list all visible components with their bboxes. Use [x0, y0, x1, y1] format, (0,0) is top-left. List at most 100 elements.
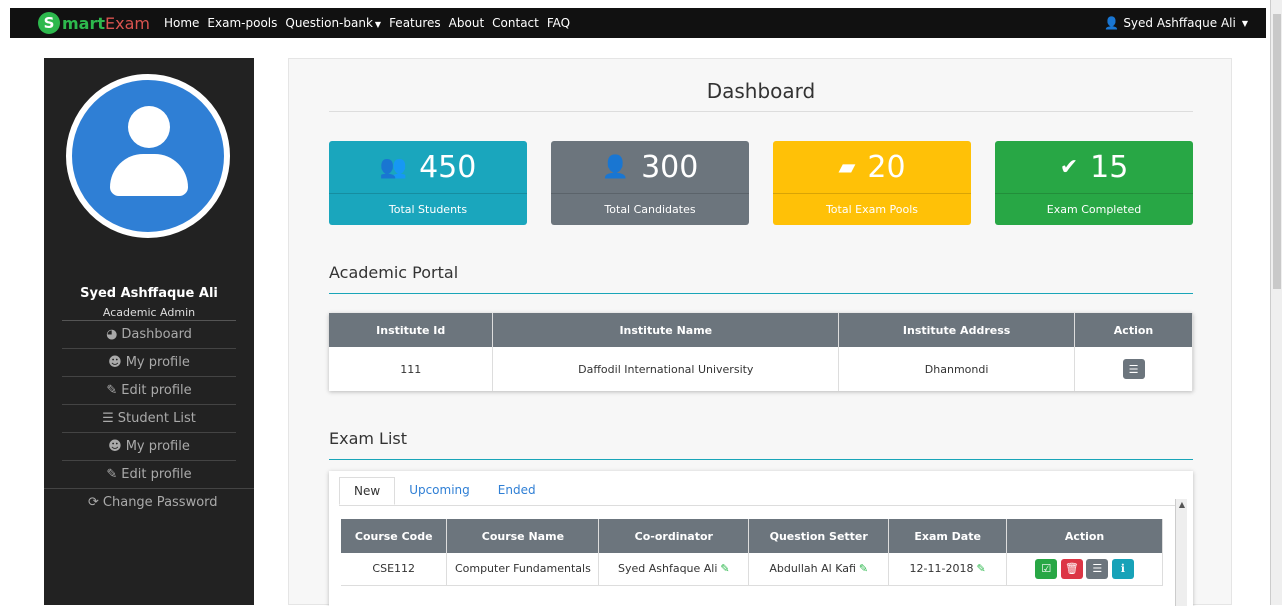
sidebar-item-change-password[interactable]: ⟳ Change Password	[44, 488, 254, 516]
nav-exam-pools[interactable]: Exam-pools	[207, 16, 277, 30]
exam-table: Course Code Course Name Co-ordinator Que…	[341, 519, 1163, 586]
stat-card-exam-completed: ✔ 15 Exam Completed	[995, 141, 1193, 225]
chevron-down-icon: ▼	[1241, 18, 1248, 28]
exam-list-heading: Exam List	[329, 429, 408, 448]
stat-card-students: 👥 450 Total Students	[329, 141, 527, 225]
tab-ended[interactable]: Ended	[484, 477, 550, 505]
edit-icon[interactable]: ✎	[976, 562, 985, 575]
academic-portal-divider	[329, 293, 1193, 294]
exam-date: 12-11-2018	[909, 562, 974, 576]
tab-divider	[339, 505, 1181, 506]
column-header: Co-ordinator	[598, 519, 750, 553]
sidebar-menu: ◕ Dashboard ☻ My profile ✎ Edit profile …	[44, 320, 254, 516]
column-header: Institute Address	[838, 313, 1076, 347]
sidebar-item-dashboard[interactable]: ◕ Dashboard	[62, 320, 236, 348]
stat-value-row: ✔ 15	[995, 141, 1193, 193]
coordinator-cell: Syed Ashfaque Ali ✎	[598, 553, 750, 586]
table-header-row: Course Code Course Name Co-ordinator Que…	[341, 519, 1163, 553]
window-scrollbar[interactable]	[1270, 0, 1282, 605]
approve-button[interactable]: ☑	[1035, 558, 1058, 579]
nav-contact[interactable]: Contact	[492, 16, 539, 30]
column-header: Action	[1006, 519, 1163, 553]
sidebar-item-label: My profile	[125, 355, 190, 370]
edit-icon[interactable]: ✎	[720, 562, 729, 575]
edit-icon: ✎	[106, 467, 118, 482]
stat-value: 15	[1090, 149, 1129, 185]
sidebar-item-edit-profile-2[interactable]: ✎ Edit profile	[62, 460, 236, 488]
check-icon: ☑	[1041, 562, 1052, 576]
setter-name: Abdullah Al Kafi	[769, 562, 856, 576]
stat-label: Total Candidates	[551, 193, 749, 225]
stat-value: 450	[419, 149, 477, 185]
column-header: Course Name	[446, 519, 600, 553]
sidebar-item-label: Edit profile	[121, 383, 192, 398]
sidebar: Syed Ashffaque Ali Academic Admin ◕ Dash…	[44, 58, 254, 605]
action-cell: ☑ 🗑 ☰ ℹ	[1006, 553, 1163, 586]
setter-cell: Abdullah Al Kafi ✎	[748, 553, 890, 586]
nav-home[interactable]: Home	[164, 16, 199, 30]
nav-faq[interactable]: FAQ	[547, 16, 570, 30]
stat-value: 20	[867, 149, 906, 185]
info-icon: ℹ	[1120, 562, 1125, 576]
exam-list-divider	[329, 459, 1193, 460]
avatar	[66, 74, 230, 238]
trash-icon: 🗑	[1064, 562, 1079, 576]
refresh-icon: ⟳	[88, 495, 99, 510]
exam-date-cell: 12-11-2018 ✎	[888, 553, 1008, 586]
course-code-cell: CSE112	[341, 553, 448, 586]
stat-card-candidates: 👤 300 Total Candidates	[551, 141, 749, 225]
sidebar-item-label: Student List	[117, 411, 196, 426]
sidebar-item-label: Dashboard	[121, 327, 192, 342]
navbar-container: S mart Exam Home Exam-pools Question-ban…	[10, 8, 1266, 38]
page-title: Dashboard	[706, 79, 816, 103]
exam-tabs: New Upcoming Ended	[339, 477, 550, 505]
sidebar-item-edit-profile[interactable]: ✎ Edit profile	[62, 376, 236, 404]
stat-value-row: 👤 300	[551, 141, 749, 193]
column-header: Institute Name	[492, 313, 840, 347]
stat-card-exam-pools: ▰ 20 Total Exam Pools	[773, 141, 971, 225]
course-name-cell: Computer Fundamentals	[446, 553, 600, 586]
tab-new[interactable]: New	[339, 477, 396, 505]
window-scroll-thumb[interactable]	[1273, 14, 1281, 289]
brand-smart-text: mart	[62, 13, 106, 33]
stat-value-row: 👥 450	[329, 141, 527, 193]
nav-about[interactable]: About	[449, 16, 484, 30]
institute-address-cell: Dhanmondi	[838, 347, 1076, 391]
avatar-body-shape	[110, 154, 188, 196]
list-icon: ☰	[1128, 362, 1139, 376]
user-circle-icon: ☻	[108, 355, 122, 370]
details-button[interactable]: ☰	[1086, 558, 1109, 579]
delete-button[interactable]: 🗑	[1060, 558, 1083, 579]
sidebar-item-student-list[interactable]: ☰ Student List	[62, 404, 236, 432]
stat-value: 300	[641, 149, 699, 185]
column-header: Institute Id	[329, 313, 494, 347]
stat-label: Total Students	[329, 193, 527, 225]
stat-value-row: ▰ 20	[773, 141, 971, 193]
nav-features[interactable]: Features	[389, 16, 441, 30]
sidebar-item-my-profile[interactable]: ☻ My profile	[62, 348, 236, 376]
sidebar-item-label: Edit profile	[121, 467, 192, 482]
main-panel: Dashboard 👥 450 Total Students 👤 300 Tot…	[288, 58, 1232, 606]
column-header: Course Code	[341, 519, 448, 553]
title-divider	[329, 111, 1193, 112]
user-icon: 👤	[1104, 16, 1120, 30]
tab-upcoming[interactable]: Upcoming	[395, 477, 484, 505]
details-button[interactable]: ☰	[1122, 359, 1145, 379]
avatar-head-shape	[128, 106, 170, 148]
edit-icon[interactable]: ✎	[859, 562, 868, 575]
edit-icon: ✎	[106, 383, 118, 398]
top-navbar: S mart Exam Home Exam-pools Question-ban…	[0, 0, 1282, 44]
nav-question-bank[interactable]: Question-bank ▼	[285, 16, 381, 30]
exam-table-scrollbar[interactable]: ▲	[1175, 499, 1187, 606]
stat-label: Total Exam Pools	[773, 193, 971, 225]
sidebar-item-my-profile-2[interactable]: ☻ My profile	[62, 432, 236, 460]
brand-exam-text: Exam	[105, 13, 150, 33]
info-button[interactable]: ℹ	[1111, 558, 1134, 579]
institute-name-cell: Daffodil International University	[492, 347, 840, 391]
brand-s-badge: S	[38, 12, 60, 34]
scroll-up-icon[interactable]: ▲	[1176, 499, 1188, 511]
brand-logo[interactable]: S mart Exam	[38, 12, 150, 34]
sidebar-user-role: Academic Admin	[102, 306, 196, 319]
table-row: 111 Daffodil International University Dh…	[329, 347, 1193, 391]
user-menu[interactable]: 👤 Syed Ashffaque Ali ▼	[1104, 16, 1248, 30]
